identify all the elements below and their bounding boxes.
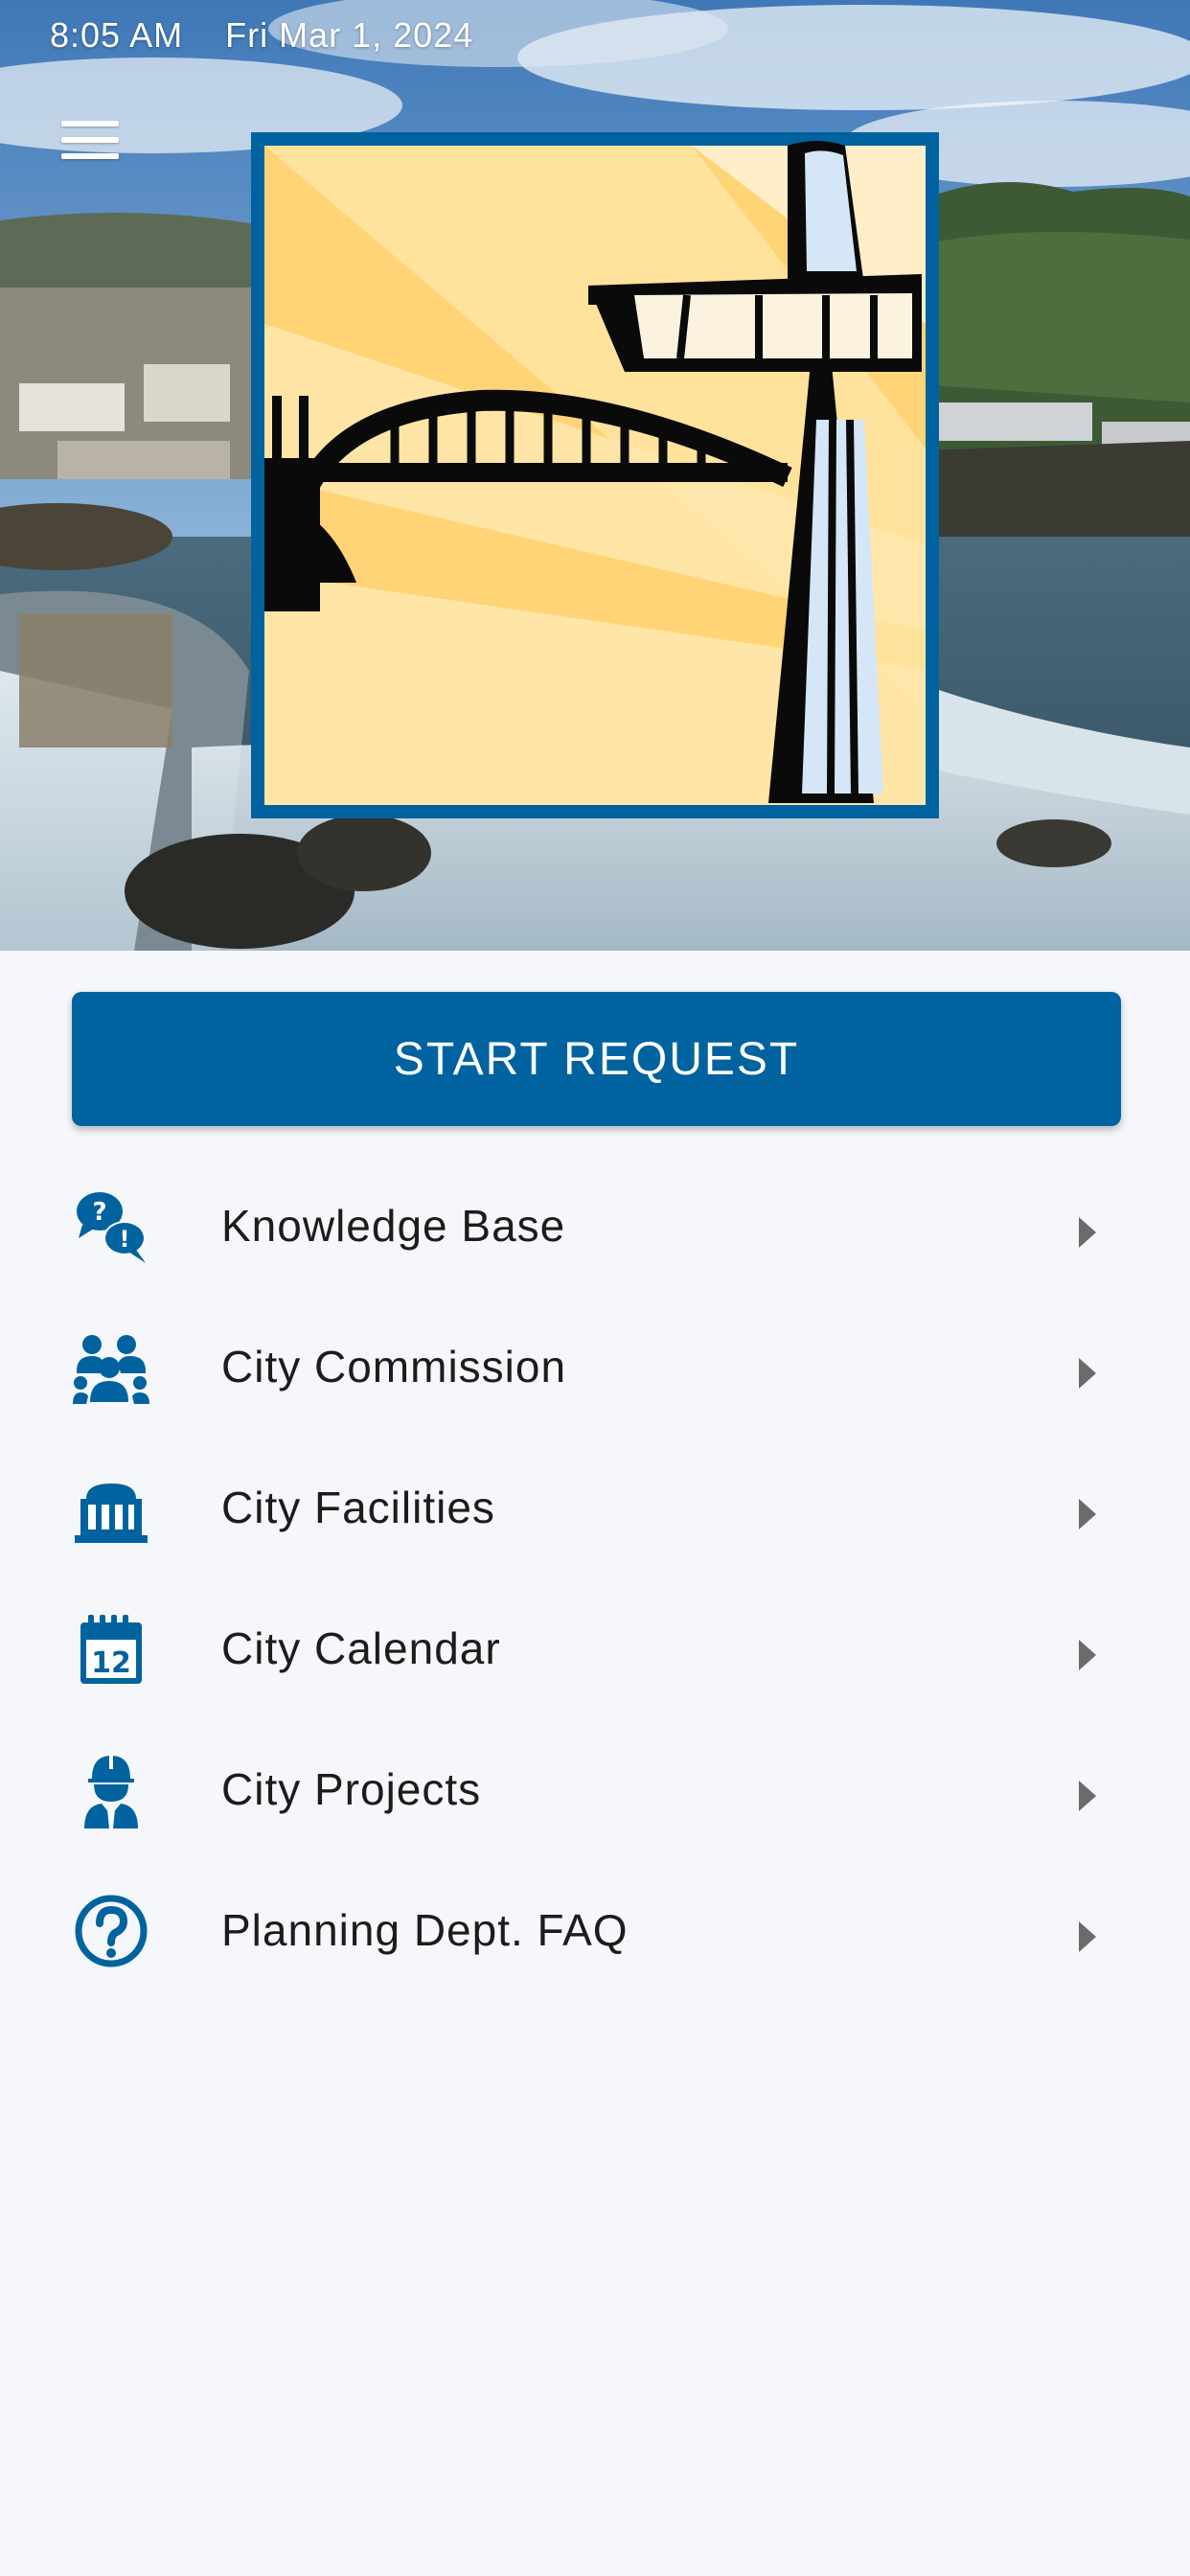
menu-item-planning-faq[interactable]: Planning Dept. FAQ bbox=[0, 1864, 1190, 2005]
menu-item-label: City Projects bbox=[221, 1764, 482, 1814]
chevron-right-icon bbox=[1079, 1781, 1096, 1811]
svg-text:12: 12 bbox=[91, 1646, 131, 1680]
start-request-button[interactable]: START REQUEST bbox=[72, 992, 1121, 1126]
calendar-icon: 12 bbox=[73, 1611, 149, 1688]
menu-item-label: Knowledge Base bbox=[221, 1201, 566, 1251]
chevron-right-icon bbox=[1079, 1640, 1096, 1670]
city-logo bbox=[251, 132, 939, 818]
menu-item-label: City Calendar bbox=[221, 1623, 501, 1673]
building-icon bbox=[73, 1470, 149, 1547]
chevron-right-icon bbox=[1079, 1921, 1096, 1952]
menu-item-label: City Facilities bbox=[221, 1483, 495, 1532]
hamburger-menu-icon[interactable] bbox=[57, 113, 126, 167]
question-circle-icon bbox=[73, 1893, 149, 1969]
chevron-right-icon bbox=[1079, 1358, 1096, 1389]
group-icon bbox=[73, 1329, 149, 1406]
menu-item-city-calendar[interactable]: 12 City Calendar bbox=[0, 1582, 1190, 1723]
svg-text:?: ? bbox=[92, 1198, 106, 1227]
menu-item-label: Planning Dept. FAQ bbox=[221, 1905, 629, 1955]
menu-item-city-facilities[interactable]: City Facilities bbox=[0, 1441, 1190, 1582]
main-menu-list: ? ! Knowledge Base City Commission City … bbox=[0, 1160, 1190, 2005]
menu-item-label: City Commission bbox=[221, 1342, 567, 1392]
start-request-label: START REQUEST bbox=[393, 1033, 800, 1085]
svg-text:!: ! bbox=[120, 1226, 130, 1253]
menu-item-city-projects[interactable]: City Projects bbox=[0, 1723, 1190, 1864]
status-time: 8:05 AM bbox=[50, 15, 184, 55]
question-chat-icon: ? ! bbox=[73, 1188, 149, 1265]
chevron-right-icon bbox=[1079, 1217, 1096, 1248]
menu-item-knowledge-base[interactable]: ? ! Knowledge Base bbox=[0, 1160, 1190, 1300]
worker-icon bbox=[73, 1752, 149, 1828]
chevron-right-icon bbox=[1079, 1499, 1096, 1530]
menu-item-city-commission[interactable]: City Commission bbox=[0, 1300, 1190, 1441]
status-bar: 8:05 AM Fri Mar 1, 2024 bbox=[50, 15, 473, 56]
status-date: Fri Mar 1, 2024 bbox=[225, 15, 474, 55]
hero-banner: 8:05 AM Fri Mar 1, 2024 bbox=[0, 0, 1190, 951]
